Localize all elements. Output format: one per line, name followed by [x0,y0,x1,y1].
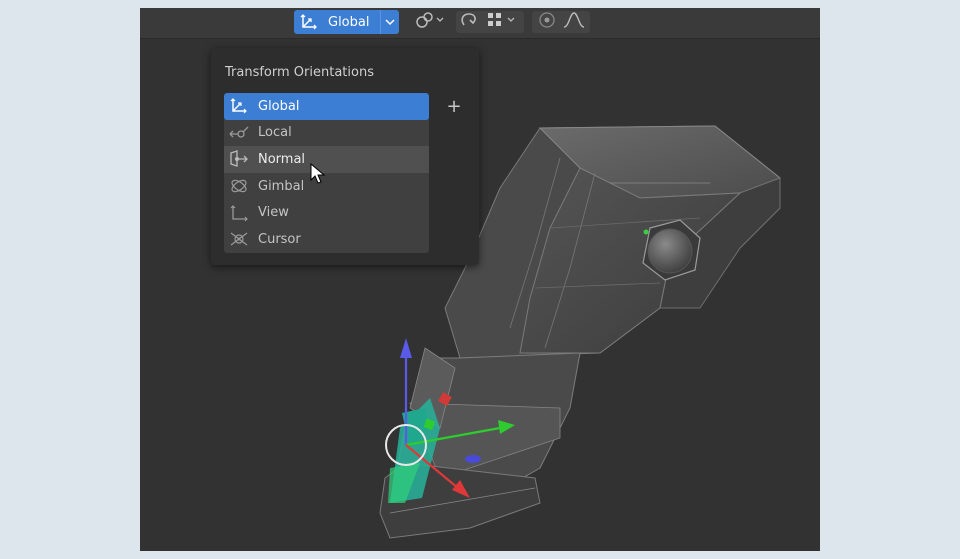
orientation-label-gimbal: Gimbal [258,178,305,194]
orientation-item-view[interactable]: View [224,199,429,226]
proportional-editing-group[interactable] [532,11,590,33]
popup-title: Transform Orientations [225,65,374,80]
orientation-label-view: View [258,205,289,221]
view-orientation-icon [226,204,252,222]
snap-icon [458,11,484,33]
snap-group[interactable] [456,11,524,33]
orientation-item-local[interactable]: Local [224,120,429,147]
orientation-label-local: Local [258,125,292,141]
orientation-label: Global [328,14,370,30]
pivot-point-icon [413,11,447,33]
orientation-label-normal: Normal [258,151,306,167]
normal-orientation-icon [226,150,252,168]
transform-orientation-dropdown[interactable]: Global [294,10,399,34]
orientation-item-global[interactable]: Global [224,93,429,120]
cursor-orientation-icon [226,230,252,248]
global-orientation-icon [226,97,252,115]
viewport-header: Global [140,8,820,39]
gimbal-orientation-icon [226,177,252,195]
global-orientation-icon [300,14,322,30]
local-orientation-icon [226,124,252,142]
add-orientation-button[interactable]: + [443,95,465,117]
3d-viewport[interactable]: Global Transform Orientations Global Loc… [140,8,820,551]
plus-icon: + [446,95,462,117]
orientation-list: Global Local Normal Gimbal View Cursor [224,93,429,253]
orientation-item-cursor[interactable]: Cursor [224,226,429,253]
transform-orientations-popup: Transform Orientations Global Local Norm… [211,48,479,265]
mouse-pointer-icon [310,163,326,184]
proportional-editing-icon [535,11,561,33]
orientation-item-gimbal[interactable]: Gimbal [224,173,429,200]
snap-increment-icon [484,11,522,33]
orientation-label-global: Global [258,98,300,114]
falloff-curve-icon [561,11,587,33]
pivot-point-button[interactable] [412,11,448,33]
orientation-item-normal[interactable]: Normal [224,146,429,173]
orientation-label-cursor: Cursor [258,231,301,247]
chevron-down-icon [380,10,399,34]
